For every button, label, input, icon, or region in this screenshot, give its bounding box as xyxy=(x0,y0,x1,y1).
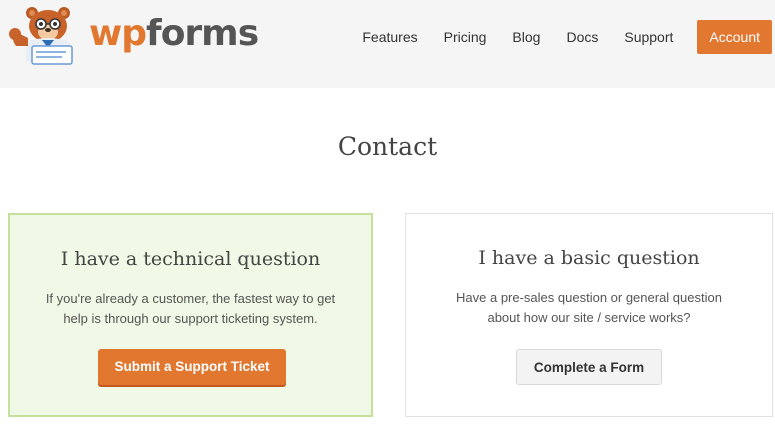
card-heading: I have a basic question xyxy=(478,247,700,269)
bear-mascot-icon xyxy=(9,7,73,65)
card-description-line: If you're already a customer, the fastes… xyxy=(45,291,336,306)
nav-blog[interactable]: Blog xyxy=(512,29,540,45)
logo-wordmark[interactable]: wpforms xyxy=(89,13,259,54)
card-description-line: about how our site / service works? xyxy=(487,310,691,325)
card-description-line: help is through our support ticketing sy… xyxy=(63,311,318,326)
nav-features[interactable]: Features xyxy=(362,29,417,45)
site-header: wpforms Features Pricing Blog Docs Suppo… xyxy=(0,0,775,88)
account-button[interactable]: Account xyxy=(697,20,772,54)
main-nav: Features Pricing Blog Docs Support Accou… xyxy=(362,20,772,54)
logo-wp-text: wp xyxy=(89,13,147,54)
technical-question-card: I have a technical question If you're al… xyxy=(8,213,373,417)
card-description-line: Have a pre-sales question or general que… xyxy=(456,290,722,305)
basic-question-card: I have a basic question Have a pre-sales… xyxy=(405,213,773,417)
card-description: Have a pre-sales question or general que… xyxy=(426,288,752,328)
page-title: Contact xyxy=(337,132,438,161)
submit-support-ticket-button[interactable]: Submit a Support Ticket xyxy=(98,349,286,385)
nav-docs[interactable]: Docs xyxy=(566,29,598,45)
nav-pricing[interactable]: Pricing xyxy=(444,29,487,45)
complete-a-form-button[interactable]: Complete a Form xyxy=(516,349,662,385)
logo-forms-text: forms xyxy=(146,13,259,54)
card-description: If you're already a customer, the fastes… xyxy=(30,289,351,329)
card-heading: I have a technical question xyxy=(60,248,321,270)
nav-support[interactable]: Support xyxy=(624,29,673,45)
